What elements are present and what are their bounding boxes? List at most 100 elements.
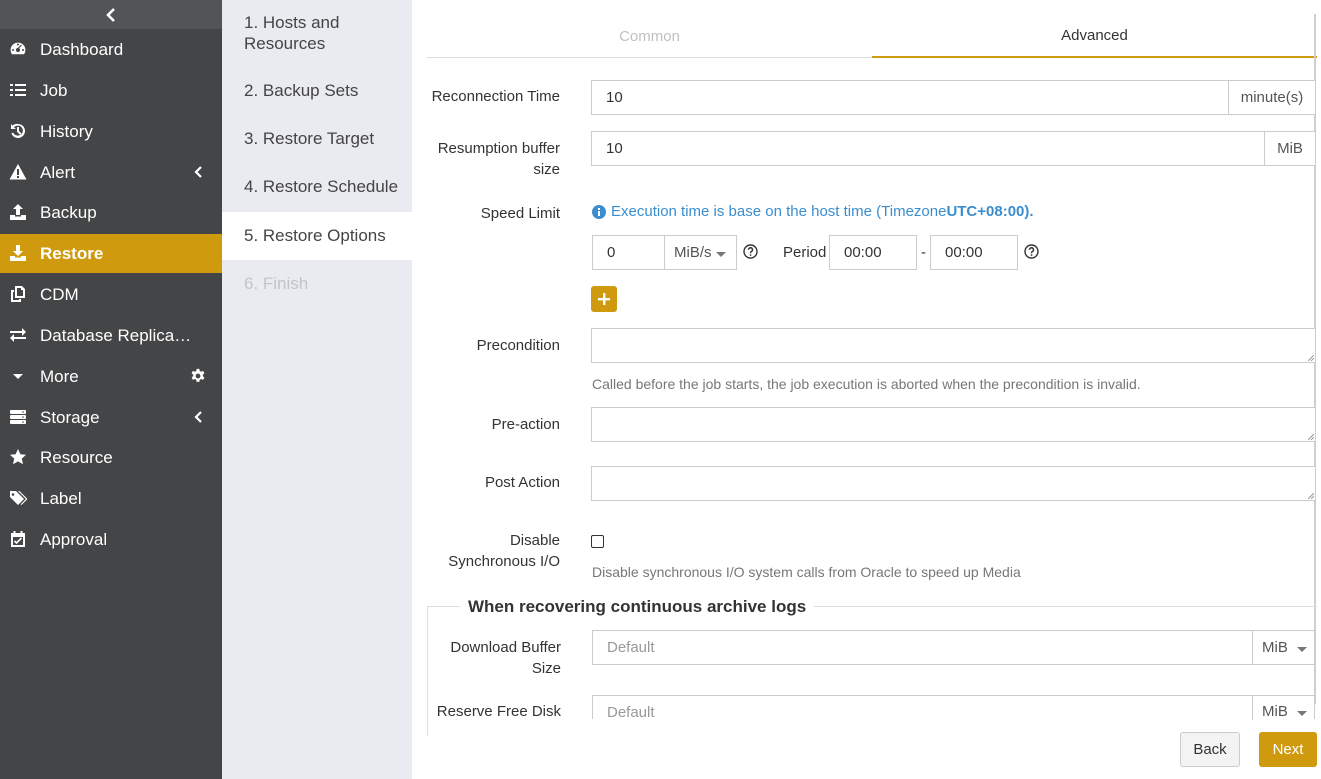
sidebar-item-label: Backup: [40, 202, 97, 222]
sidebar-item-label: History: [40, 121, 93, 141]
disable-sync-io-help: Disable synchronous I/O system calls fro…: [592, 564, 1021, 580]
tachometer-icon: [8, 40, 28, 58]
disable-sync-io-label: Disable Synchronous I/O: [448, 532, 560, 570]
caret-down-icon: [8, 367, 28, 385]
post-action-textarea[interactable]: [591, 466, 1316, 501]
chevron-down-icon: [716, 252, 726, 257]
disable-sync-io-checkbox[interactable]: [591, 535, 604, 548]
sidebar-item-job[interactable]: Job: [0, 71, 222, 110]
step-restore-schedule[interactable]: 4. Restore Schedule: [222, 176, 412, 197]
gear-icon[interactable]: [190, 368, 206, 384]
sidebar-item-label: Database Replica…: [40, 325, 192, 345]
exchange-icon: [8, 326, 28, 344]
sidebar-item-storage[interactable]: Storage: [0, 398, 222, 437]
reserve-free-disk-placeholder: Default: [607, 704, 655, 721]
reserve-free-disk-label: Reserve Free Disk: [436, 703, 561, 720]
resize-handle-icon[interactable]: [1308, 434, 1314, 440]
chevron-down-icon: [1297, 711, 1307, 716]
calendar-check-icon: [8, 530, 28, 548]
back-button[interactable]: Back: [1180, 732, 1240, 767]
sidebar-item-cdm[interactable]: CDM: [0, 275, 222, 314]
speed-limit-input[interactable]: 0 MiB/s: [592, 235, 737, 270]
sidebar-item-label: More: [40, 366, 79, 386]
add-speed-limit-button[interactable]: [591, 286, 617, 312]
sidebar-item-history[interactable]: History: [0, 112, 222, 151]
sidebar-item-label: Job: [40, 80, 68, 100]
main-content: Common Advanced Reconnection Time 10 min…: [412, 0, 1321, 779]
sidebar: Dashboard Job History Alert Backup Resto…: [0, 0, 222, 779]
sidebar-item-alert[interactable]: Alert: [0, 153, 222, 192]
chevron-down-icon: [1297, 647, 1307, 652]
precondition-help: Called before the job starts, the job ex…: [592, 376, 1141, 392]
speed-unit-value: MiB/s: [674, 244, 712, 261]
chevron-left-icon: [190, 164, 206, 180]
star-icon: [8, 448, 28, 466]
tab-common[interactable]: Common: [427, 14, 872, 58]
reconnection-time-value: 10: [606, 89, 623, 106]
sidebar-item-label: CDM: [40, 284, 79, 304]
timezone-info-text: Execution time is base on the host time …: [611, 203, 947, 220]
sidebar-item-label: Resource: [40, 447, 113, 467]
sidebar-item-dashboard[interactable]: Dashboard: [0, 30, 222, 69]
download-buffer-placeholder: Default: [607, 639, 655, 656]
sidebar-item-restore[interactable]: Restore: [0, 234, 222, 273]
sidebar-collapse-button[interactable]: [0, 0, 222, 29]
period-label: Period: [783, 244, 827, 261]
download-buffer-unit-select[interactable]: MiB: [1252, 631, 1314, 664]
speed-unit-select[interactable]: MiB/s: [664, 236, 736, 269]
reserve-free-disk-input[interactable]: Default MiB: [592, 695, 1315, 721]
post-action-label: Post Action: [484, 474, 560, 491]
sidebar-item-more[interactable]: More: [0, 357, 222, 396]
sidebar-item-label[interactable]: Label: [0, 479, 222, 518]
sidebar-item-label: Dashboard: [40, 39, 124, 59]
sidebar-item-label: Storage: [40, 407, 100, 427]
warning-icon: [8, 163, 28, 181]
period-end-value: 00:00: [945, 244, 983, 261]
precondition-textarea[interactable]: [591, 328, 1316, 363]
sidebar-item-approval[interactable]: Approval: [0, 520, 222, 559]
timezone-value: UTC+08:00).: [946, 203, 1034, 220]
step-restore-options[interactable]: 5. Restore Options: [222, 212, 412, 260]
download-buffer-input[interactable]: Default MiB: [592, 630, 1315, 665]
resize-handle-icon[interactable]: [1308, 493, 1314, 499]
sidebar-item-label: Restore: [40, 243, 104, 263]
next-button[interactable]: Next: [1259, 732, 1317, 767]
download-buffer-label: Download Buffer Size: [450, 639, 561, 677]
sidebar-item-resource[interactable]: Resource: [0, 438, 222, 477]
history-icon: [8, 122, 28, 140]
question-circle-icon[interactable]: [1024, 244, 1039, 259]
period-dash: -: [921, 244, 926, 261]
resumption-buffer-unit: MiB: [1264, 132, 1315, 165]
options-tabs: Common Advanced: [427, 14, 1317, 58]
pre-action-label: Pre-action: [491, 416, 560, 433]
step-finish: 6. Finish: [244, 274, 309, 293]
resize-handle-icon[interactable]: [1308, 355, 1314, 361]
wizard-steps: 1. Hosts and Resources 2. Backup Sets 3.…: [222, 0, 412, 779]
tags-icon: [8, 489, 28, 507]
sidebar-item-label-text: Label: [40, 488, 82, 508]
period-end-input[interactable]: 00:00: [930, 235, 1018, 270]
reconnection-time-label: Reconnection Time: [431, 88, 560, 105]
reconnection-time-input[interactable]: 10 minute(s): [591, 80, 1316, 115]
timezone-info: Execution time is base on the host time …: [592, 203, 1034, 220]
step-backup-sets[interactable]: 2. Backup Sets: [222, 80, 412, 101]
pre-action-textarea[interactable]: [591, 407, 1316, 442]
resumption-buffer-input[interactable]: 10 MiB: [591, 131, 1316, 166]
step-hosts-and-resources[interactable]: 1. Hosts and Resources: [222, 12, 412, 54]
reconnection-time-unit: minute(s): [1228, 81, 1315, 114]
period-start-input[interactable]: 00:00: [829, 235, 917, 270]
question-circle-icon[interactable]: [743, 244, 758, 259]
reserve-free-disk-unit: MiB: [1262, 703, 1288, 720]
database-icon: [8, 408, 28, 426]
sidebar-item-backup[interactable]: Backup: [0, 193, 222, 232]
reserve-free-disk-unit-select[interactable]: MiB: [1252, 696, 1314, 720]
sidebar-item-label: Approval: [40, 529, 108, 549]
step-restore-target[interactable]: 3. Restore Target: [222, 128, 412, 149]
chevron-left-icon: [190, 409, 206, 425]
sidebar-item-database-replication[interactable]: Database Replica…: [0, 316, 222, 355]
precondition-label: Precondition: [476, 337, 560, 354]
archive-logs-title: When recovering continuous archive logs: [460, 597, 815, 617]
resumption-buffer-value: 10: [606, 140, 623, 157]
upload-icon: [8, 203, 28, 221]
tab-advanced[interactable]: Advanced: [872, 14, 1317, 58]
